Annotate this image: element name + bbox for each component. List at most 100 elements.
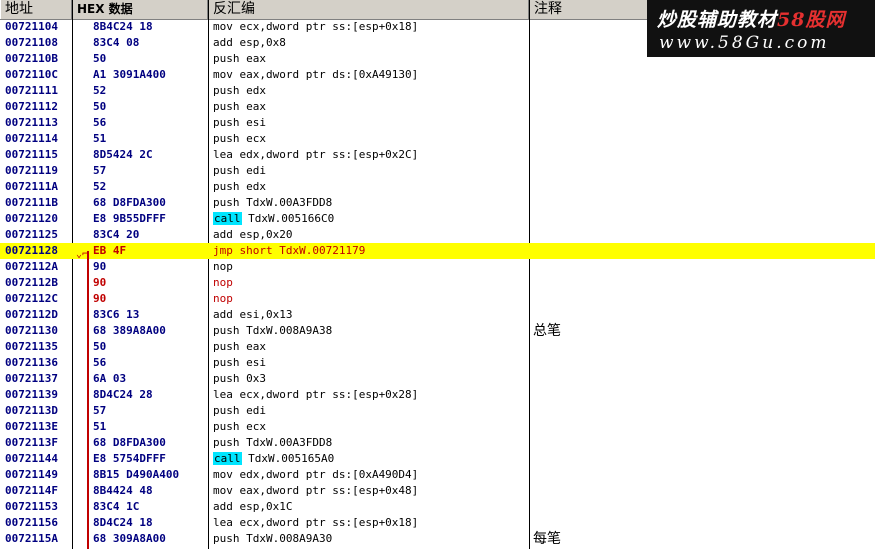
instruction-text: mov eax,dword ptr ds:[0xA49130] — [213, 68, 419, 81]
column-header-hex[interactable]: HEX 数据 — [72, 0, 208, 19]
instruction-cell: push edx — [213, 83, 266, 99]
address-cell: 00721111 — [5, 84, 58, 97]
instruction-cell: call TdxW.005166C0 — [213, 211, 334, 227]
hex-cell: 8B15 D490A400 — [93, 468, 180, 481]
address-cell: 0072112D — [5, 308, 58, 321]
instruction-cell: mov eax,dword ptr ds:[0xA49130] — [213, 67, 418, 83]
hex-cell: E8 9B55DFFF — [93, 212, 166, 225]
address-cell: 0072112C — [5, 292, 58, 305]
table-row[interactable]: 00721113 56 push esi — [0, 115, 875, 131]
address-cell: 00721112 — [5, 100, 58, 113]
hex-cell: 56 — [93, 356, 107, 369]
instruction-text: add esi,0x13 — [213, 308, 293, 321]
instruction-text: add esp,0x8 — [213, 36, 286, 49]
address-cell: 00721135 — [5, 340, 58, 353]
instruction-cell: push eax — [213, 339, 266, 355]
address-cell: 00721137 — [5, 372, 58, 385]
table-row[interactable]: 00721135 50 push eax — [0, 339, 875, 355]
hex-cell: 52 — [93, 84, 107, 97]
instruction-cell: add esi,0x13 — [213, 307, 292, 323]
table-row[interactable]: 00721115 8D5424 2C lea edx,dword ptr ss:[e… — [0, 147, 875, 163]
address-cell: 0072114F — [5, 484, 58, 497]
instruction-text: push edi — [213, 404, 266, 417]
instruction-text: push TdxW.00A3FDD8 — [213, 436, 333, 449]
instruction-text: TdxW.005165A0 — [241, 452, 335, 465]
table-row[interactable]: 0072111B 68 D8FDA300 push TdxW.00A3FDD8 — [0, 195, 875, 211]
table-row[interactable]: 0072111A 52 push edx — [0, 179, 875, 195]
address-cell: 00721120 — [5, 212, 58, 225]
instruction-text: lea ecx,dword ptr ss:[esp+0x18] — [213, 516, 419, 529]
column-header-address[interactable]: 地址 — [0, 0, 72, 19]
instruction-text: TdxW.005166C0 — [241, 212, 335, 225]
disassembly-listing[interactable]: 00721104 8B4C24 18 mov ecx,dword ptr ss:[e… — [0, 19, 875, 547]
table-row[interactable]: 0072113F 68 D8FDA300 push TdxW.00A3FDD8 — [0, 435, 875, 451]
instruction-cell: push 0x3 — [213, 371, 266, 387]
table-row[interactable]: 00721119 57 push edi — [0, 163, 875, 179]
address-cell: 0072113D — [5, 404, 58, 417]
instruction-cell: push TdxW.00A3FDD8 — [213, 195, 332, 211]
table-row[interactable]: 0072115A 68 309A8A00 push TdxW.008A9A30 每笔 — [0, 531, 875, 547]
table-row[interactable]: 00721137 6A 03 push 0x3 — [0, 371, 875, 387]
table-row[interactable]: 00721156 8D4C24 18 lea ecx,dword ptr ss:[e… — [0, 515, 875, 531]
instruction-cell: push edx — [213, 179, 266, 195]
instruction-cell: push TdxW.00A3FDD8 — [213, 435, 332, 451]
instruction-cell: lea edx,dword ptr ss:[esp+0x2C] — [213, 147, 418, 163]
table-row[interactable]: 00721120 E8 9B55DFFF call TdxW.005166C0 — [0, 211, 875, 227]
hex-cell: 90 — [93, 276, 107, 289]
hex-cell: 51 — [93, 420, 107, 433]
table-row[interactable]: 00721149 8B15 D490A400 mov edx,dword ptr d… — [0, 467, 875, 483]
table-row[interactable]: 00721130 68 389A8A00 push TdxW.008A9A38 总笔 — [0, 323, 875, 339]
table-row[interactable]: 0072113D 57 push edi — [0, 403, 875, 419]
table-row[interactable]: 0072113E 51 push ecx — [0, 419, 875, 435]
table-row[interactable]: 00721114 51 push ecx — [0, 131, 875, 147]
table-row[interactable]: 00721128 EB 4F jmp short TdxW.00721179 — [0, 243, 875, 259]
watermark-text-b: 58股网 — [777, 9, 846, 31]
instruction-cell: call TdxW.005165A0 — [213, 451, 334, 467]
table-row[interactable]: 00721144 E8 5754DFFF call TdxW.005165A0 — [0, 451, 875, 467]
address-cell: 00721149 — [5, 468, 58, 481]
table-row[interactable]: 0072114F 8B4424 48 mov eax,dword ptr ss:[e… — [0, 483, 875, 499]
hex-cell: 8D5424 2C — [93, 148, 153, 161]
table-row[interactable]: 0072112C 90 nop — [0, 291, 875, 307]
instruction-text: push edx — [213, 180, 266, 193]
address-cell: 0072115A — [5, 532, 58, 545]
hex-cell: 56 — [93, 116, 107, 129]
hex-cell: 8D4C24 28 — [93, 388, 153, 401]
table-row[interactable]: 00721111 52 push edx — [0, 83, 875, 99]
address-cell: 00721113 — [5, 116, 58, 129]
instruction-text: nop — [213, 260, 233, 273]
address-cell: 00721125 — [5, 228, 58, 241]
hex-cell: 83C4 1C — [93, 500, 140, 513]
table-row[interactable]: 00721136 56 push esi — [0, 355, 875, 371]
address-cell: 00721115 — [5, 148, 58, 161]
address-cell: 0072110B — [5, 52, 58, 65]
hex-cell: E8 5754DFFF — [93, 452, 166, 465]
instruction-cell: mov edx,dword ptr ds:[0xA490D4] — [213, 467, 418, 483]
instruction-cell: push edi — [213, 163, 266, 179]
instruction-cell: push eax — [213, 99, 266, 115]
instruction-cell: nop — [213, 291, 233, 307]
column-header-disassembly[interactable]: 反汇编 — [208, 0, 529, 19]
table-row[interactable]: 00721153 83C4 1C add esp,0x1C — [0, 499, 875, 515]
table-row[interactable]: 0072112A 90 nop — [0, 259, 875, 275]
table-row[interactable]: 0072112D 83C6 13 add esi,0x13 — [0, 307, 875, 323]
instruction-text: mov ecx,dword ptr ss:[esp+0x18] — [213, 20, 419, 33]
address-cell: 0072113E — [5, 420, 58, 433]
hex-cell: 83C6 13 — [93, 308, 140, 321]
table-row[interactable]: 0072110C A1 3091A400 mov eax,dword ptr ds:… — [0, 67, 875, 83]
instruction-text: push esi — [213, 356, 266, 369]
address-cell: 00721144 — [5, 452, 58, 465]
table-row[interactable]: 00721139 8D4C24 28 lea ecx,dword ptr ss:[e… — [0, 387, 875, 403]
instruction-cell: push ecx — [213, 131, 266, 147]
instruction-text: push edi — [213, 164, 266, 177]
instruction-text: push TdxW.008A9A38 — [213, 324, 333, 337]
instruction-cell: lea ecx,dword ptr ss:[esp+0x18] — [213, 515, 418, 531]
table-row[interactable]: 0072112B 90 nop — [0, 275, 875, 291]
comment-cell: 总笔 — [533, 323, 561, 339]
instruction-text: push esi — [213, 116, 266, 129]
address-cell: 0072112A — [5, 260, 58, 273]
instruction-text: add esp,0x20 — [213, 228, 293, 241]
table-row[interactable]: 00721125 83C4 20 add esp,0x20 — [0, 227, 875, 243]
hex-cell: 8B4424 48 — [93, 484, 153, 497]
table-row[interactable]: 00721112 50 push eax — [0, 99, 875, 115]
